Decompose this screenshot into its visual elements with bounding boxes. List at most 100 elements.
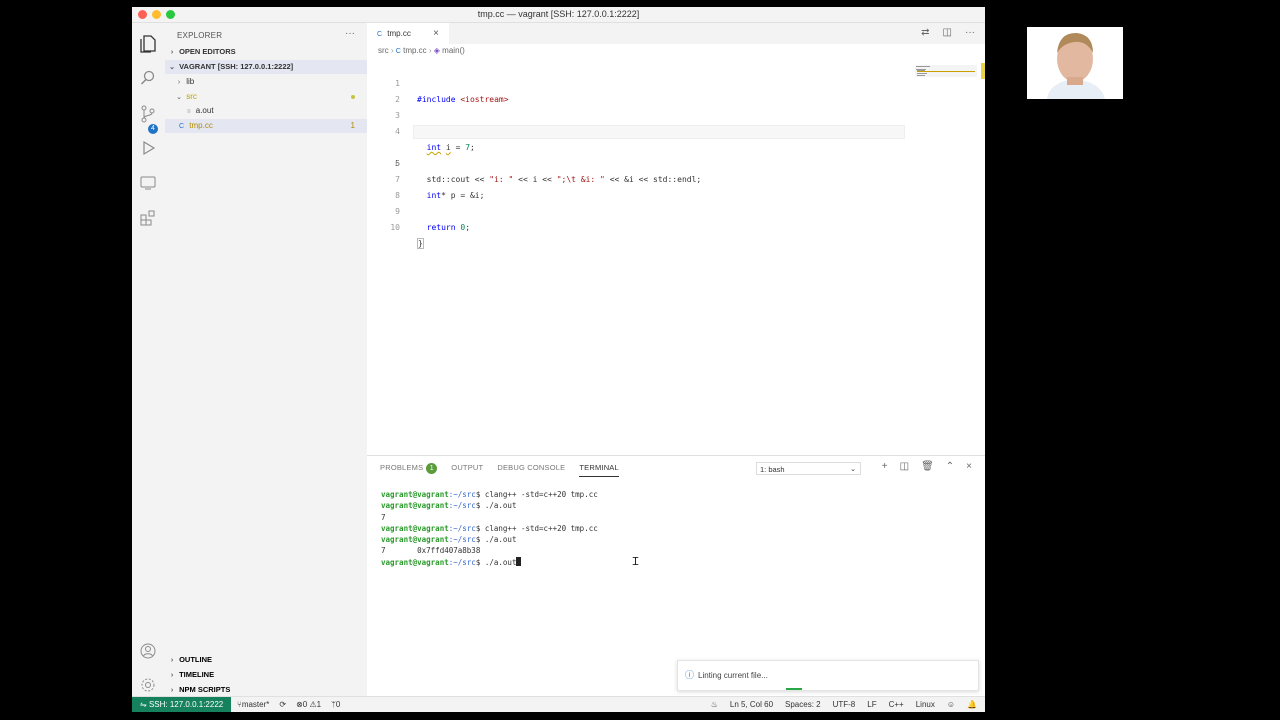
tree-item-a-out[interactable]: ≡ a.out bbox=[165, 104, 367, 118]
activity-bar: 4 bbox=[132, 23, 166, 696]
text-cursor-icon: Ｉ bbox=[630, 556, 641, 568]
end-of-line[interactable]: LF bbox=[867, 697, 876, 712]
sync-icon[interactable]: ⟳ bbox=[279, 697, 286, 712]
workspace-section[interactable]: ⌄ VAGRANT [SSH: 127.0.0.1:2222] bbox=[165, 60, 367, 74]
search-icon[interactable] bbox=[139, 70, 157, 88]
minimize-window-button[interactable] bbox=[152, 10, 161, 19]
window-title: tmp.cc — vagrant [SSH: 127.0.0.1:2222] bbox=[477, 9, 640, 19]
chevron-right-icon: › bbox=[170, 672, 174, 679]
outline-section[interactable]: › OUTLINE bbox=[165, 653, 367, 667]
indentation[interactable]: Spaces: 2 bbox=[785, 697, 821, 712]
outline-label: OUTLINE bbox=[179, 655, 213, 664]
more-actions-icon[interactable]: ··· bbox=[345, 28, 355, 39]
problems-badge: 1 bbox=[426, 463, 438, 474]
remote-indicator[interactable]: ⇋ SSH: 127.0.0.1:2222 bbox=[132, 697, 232, 712]
terminal-line: vagrant@vagrant:~/src$ ./a.out bbox=[381, 535, 517, 545]
settings-gear-icon[interactable] bbox=[139, 677, 157, 695]
terminal-line: vagrant@vagrant:~/src$ clang++ -std=c++2… bbox=[381, 490, 598, 499]
open-editors-label: OPEN EDITORS bbox=[179, 47, 236, 56]
warning-count: 1 bbox=[316, 700, 322, 709]
notification-text: Linting current file... bbox=[698, 671, 768, 680]
minimap[interactable] bbox=[915, 65, 977, 77]
npm-scripts-section[interactable]: › NPM SCRIPTS bbox=[165, 683, 367, 697]
breadcrumb-item[interactable]: main() bbox=[442, 46, 465, 55]
cpp-file-icon: C bbox=[377, 31, 383, 38]
vscode-window: tmp.cc — vagrant [SSH: 127.0.0.1:2222] 4… bbox=[132, 7, 985, 712]
chevron-right-icon: › bbox=[177, 79, 181, 86]
code-line: 5 std::cout << "i: " << i << ";\t &i: " … bbox=[367, 124, 985, 184]
cursor-position[interactable]: Ln 5, Col 60 bbox=[730, 697, 773, 712]
title-bar: tmp.cc — vagrant [SSH: 127.0.0.1:2222] bbox=[132, 7, 985, 23]
split-terminal-icon[interactable]: ◫ bbox=[900, 461, 909, 472]
account-icon[interactable] bbox=[139, 643, 157, 661]
tree-item-lib[interactable]: › lib bbox=[165, 75, 367, 89]
terminal-output[interactable]: vagrant@vagrant:~/src$ clang++ -std=c++2… bbox=[381, 489, 598, 568]
extensions-icon[interactable] bbox=[139, 210, 157, 228]
current-line-highlight bbox=[413, 125, 905, 139]
maximize-panel-icon[interactable]: ⌃ bbox=[946, 461, 954, 472]
terminal-line: vagrant@vagrant:~/src$ ./a.out bbox=[381, 556, 598, 568]
feedback-icon[interactable]: ☺ bbox=[947, 697, 955, 712]
terminal-line: 7 bbox=[381, 512, 386, 522]
warning-icon: ⚠ bbox=[309, 700, 317, 709]
editor-area: C tmp.cc × ⇄ ◫ ··· src › C tmp.cc › ◈ ma… bbox=[367, 23, 985, 455]
tab-label: tmp.cc bbox=[387, 29, 411, 38]
problems-indicator[interactable]: ⊗0 ⚠1 bbox=[296, 697, 321, 712]
tab-problems[interactable]: PROBLEMS 1 bbox=[380, 463, 438, 477]
workspace-label: VAGRANT [SSH: 127.0.0.1:2222] bbox=[179, 62, 294, 71]
language-mode[interactable]: C++ bbox=[889, 697, 904, 712]
webcam-overlay bbox=[1027, 27, 1123, 99]
open-editors-section[interactable]: › OPEN EDITORS bbox=[165, 45, 367, 59]
timeline-section[interactable]: › TIMELINE bbox=[165, 668, 367, 682]
branch-indicator[interactable]: ⑂master* bbox=[237, 697, 269, 712]
branch-label: master* bbox=[241, 700, 270, 709]
cpp-file-icon: C bbox=[179, 123, 185, 130]
breadcrumb-item[interactable]: src bbox=[378, 46, 389, 55]
tree-item-label: lib bbox=[186, 77, 195, 86]
terminal-line: vagrant@vagrant:~/src$ clang++ -std=c++2… bbox=[381, 523, 598, 533]
file-icon: ≡ bbox=[187, 109, 191, 115]
tree-item-label: a.out bbox=[195, 106, 214, 115]
chevron-down-icon: ⌄ bbox=[169, 64, 175, 71]
terminal-select-value: 1: bash bbox=[760, 465, 785, 474]
error-count: 0 bbox=[302, 700, 308, 709]
tab-label: PROBLEMS bbox=[380, 463, 424, 472]
tab-terminal[interactable]: TERMINAL bbox=[579, 463, 619, 477]
close-window-button[interactable] bbox=[138, 10, 147, 19]
ports-indicator[interactable]: ᛘ0 bbox=[331, 697, 340, 712]
close-tab-icon[interactable]: × bbox=[433, 23, 439, 44]
encoding[interactable]: UTF-8 bbox=[833, 697, 856, 712]
remote-explorer-icon[interactable] bbox=[139, 175, 157, 193]
split-editor-icon[interactable]: ◫ bbox=[943, 27, 952, 38]
tab-debug-console[interactable]: DEBUG CONSOLE bbox=[497, 463, 565, 477]
chevron-down-icon: ⌄ bbox=[850, 466, 856, 473]
maximize-window-button[interactable] bbox=[166, 10, 175, 19]
linting-notification[interactable]: ⓘ Linting current file... bbox=[677, 660, 979, 691]
new-terminal-icon[interactable]: + bbox=[882, 461, 888, 472]
flame-icon[interactable]: ♨ bbox=[711, 697, 718, 712]
kill-terminal-icon[interactable]: 🗑 bbox=[921, 461, 934, 472]
panel-actions: + ◫ 🗑 ⌃ × bbox=[882, 461, 972, 472]
code-line: 1 #include <iostream> bbox=[367, 60, 985, 104]
chevron-right-icon: › bbox=[170, 657, 174, 664]
tab-output[interactable]: OUTPUT bbox=[451, 463, 483, 477]
os-indicator[interactable]: Linux bbox=[916, 697, 935, 712]
close-panel-icon[interactable]: × bbox=[966, 461, 972, 472]
tree-item-tmp-cc[interactable]: C tmp.cc 1 bbox=[165, 119, 367, 133]
info-icon: ⓘ bbox=[685, 670, 695, 680]
notifications-bell-icon[interactable]: 🔔 bbox=[967, 697, 977, 712]
breadcrumb-item[interactable]: tmp.cc bbox=[403, 46, 427, 55]
problem-count: 1 bbox=[350, 121, 355, 130]
code-line: 4 int i = 7; bbox=[367, 108, 985, 152]
more-actions-icon[interactable]: ··· bbox=[965, 27, 975, 38]
ports-count: 0 bbox=[335, 700, 341, 709]
open-changes-icon[interactable]: ⇄ bbox=[921, 27, 929, 38]
notification-progress bbox=[786, 688, 802, 690]
terminal-select[interactable]: 1: bash ⌄ bbox=[756, 462, 861, 475]
tab-tmp-cc[interactable]: C tmp.cc × bbox=[367, 23, 449, 44]
files-icon[interactable] bbox=[139, 35, 157, 53]
cpp-file-icon: C bbox=[395, 48, 401, 55]
source-control-icon[interactable] bbox=[139, 105, 157, 123]
tree-item-src[interactable]: ⌄ src bbox=[165, 90, 367, 104]
run-debug-icon[interactable] bbox=[139, 140, 157, 158]
